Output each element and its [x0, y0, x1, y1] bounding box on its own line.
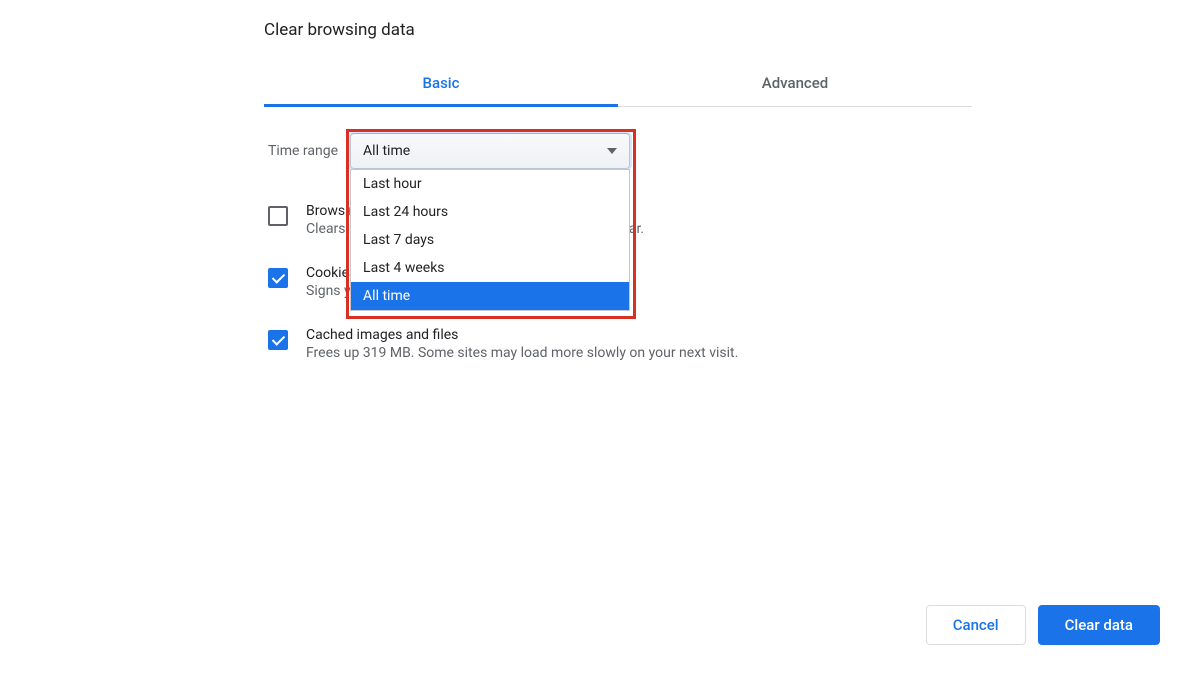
dialog-footer: Cancel Clear data: [926, 605, 1160, 645]
time-range-option[interactable]: Last 24 hours: [351, 198, 629, 226]
time-range-option[interactable]: Last hour: [351, 170, 629, 198]
time-range-selected-value: All time: [363, 143, 410, 159]
tab-basic[interactable]: Basic: [264, 58, 618, 106]
cancel-button[interactable]: Cancel: [926, 605, 1026, 645]
time-range-select[interactable]: All time: [350, 133, 630, 169]
time-range-option[interactable]: Last 4 weeks: [351, 254, 629, 282]
checkbox-browsing-history[interactable]: [268, 206, 288, 226]
time-range-dropdown: Last hour Last 24 hours Last 7 days Last…: [350, 169, 630, 311]
item-title: Cached images and files: [306, 327, 738, 343]
time-range-select-wrap: All time Last hour Last 24 hours Last 7 …: [350, 133, 630, 169]
chevron-down-icon: [607, 148, 617, 154]
tabs: Basic Advanced: [264, 58, 972, 107]
dialog-body: Time range All time Last hour Last 24 ho…: [258, 107, 978, 399]
checkbox-cache[interactable]: [268, 330, 288, 350]
item-description: Frees up 319 MB. Some sites may load mor…: [306, 345, 738, 361]
tab-label: Advanced: [762, 74, 828, 92]
time-range-row: Time range All time Last hour Last 24 ho…: [268, 133, 968, 169]
clear-browsing-data-dialog: Clear browsing data Basic Advanced Time …: [258, 20, 978, 399]
time-range-option[interactable]: Last 7 days: [351, 226, 629, 254]
dialog-title: Clear browsing data: [264, 20, 978, 40]
item-text: Cached images and files Frees up 319 MB.…: [306, 327, 738, 361]
clear-data-button[interactable]: Clear data: [1038, 605, 1160, 645]
item-cache: Cached images and files Frees up 319 MB.…: [268, 327, 968, 361]
tab-label: Basic: [423, 74, 460, 92]
time-range-label: Time range: [268, 143, 338, 159]
tab-advanced[interactable]: Advanced: [618, 58, 972, 106]
checkbox-cookies[interactable]: [268, 268, 288, 288]
time-range-option-selected[interactable]: All time: [351, 282, 629, 310]
